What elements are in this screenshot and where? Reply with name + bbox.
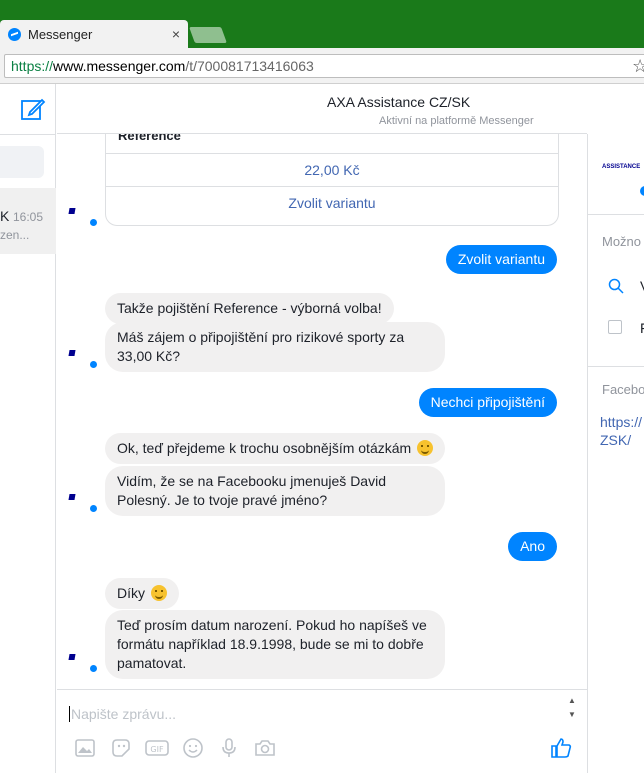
chat-header: AXA Assistance CZ/SK Aktivní na platform… — [57, 84, 587, 134]
conversation-preview: zen... — [0, 228, 30, 242]
incoming-message-text: Díky — [117, 585, 145, 601]
outgoing-message: Ano — [508, 532, 557, 561]
browser-titlebar: Messenger × — [0, 0, 644, 48]
messenger-badge-icon — [89, 218, 98, 227]
facebook-page-link[interactable]: https:// ZSK/ — [600, 413, 642, 449]
camera-icon[interactable] — [253, 736, 277, 760]
bookmark-star-icon[interactable]: ☆ — [632, 56, 644, 77]
svg-text:GIF: GIF — [150, 745, 164, 754]
search-input[interactable] — [0, 146, 44, 178]
tab-close-icon[interactable]: × — [172, 26, 180, 42]
photo-icon[interactable] — [73, 736, 97, 760]
product-card: Reference 22,00 Kč Zvolit variantu — [105, 134, 559, 226]
compose-icon[interactable] — [20, 96, 46, 122]
gif-icon[interactable]: GIF — [145, 736, 169, 760]
options-heading: Možno — [602, 234, 642, 249]
emoji-icon[interactable] — [181, 736, 205, 760]
conversation-time: 16:05 — [13, 210, 44, 224]
checkbox-option-label[interactable]: F — [640, 320, 644, 336]
contact-name[interactable]: AXA Assistance CZ/SK — [57, 94, 587, 110]
conversation-name: K — [0, 208, 10, 224]
tab-title: Messenger — [28, 26, 93, 42]
divider — [588, 366, 644, 367]
facebook-heading: Facebo — [602, 382, 644, 397]
option-checkbox[interactable] — [608, 320, 622, 334]
bot-avatar — [69, 206, 101, 228]
axa-logo-icon — [69, 652, 97, 662]
contact-status: Aktivní na platformě Messenger — [379, 115, 534, 127]
card-title: Reference — [118, 134, 181, 143]
message-input[interactable]: Napište zprávu... — [69, 706, 176, 722]
outgoing-message: Zvolit variantu — [445, 245, 557, 274]
divider — [588, 214, 644, 215]
axa-logo-icon: ASSISTANCE — [602, 164, 641, 170]
microphone-icon[interactable] — [217, 736, 241, 760]
incoming-message: Takže pojištění Reference - výborná volb… — [105, 293, 394, 324]
axa-logo-icon — [69, 348, 97, 358]
incoming-message: Díky — [105, 578, 179, 609]
incoming-message: Ok, teď přejdeme k trochu osobnějším otá… — [105, 433, 446, 464]
url-host: www.messenger.com — [53, 58, 186, 74]
incoming-message: Teď prosím datum narození. Pokud ho napí… — [105, 610, 445, 679]
composer: Napište zprávu... ▲ ▼ GIF — [57, 689, 587, 773]
search-icon[interactable] — [608, 278, 624, 294]
new-tab-button[interactable] — [189, 27, 227, 43]
messenger-badge-icon — [89, 664, 98, 673]
messenger-favicon-icon — [8, 27, 21, 41]
card-price-button[interactable]: 22,00 Kč — [106, 153, 558, 186]
message-thread: Reference 22,00 Kč Zvolit variantu Zvoli… — [57, 134, 587, 689]
composer-scrollbar[interactable]: ▲ ▼ — [565, 694, 579, 726]
axa-logo-icon — [69, 206, 97, 216]
divider — [0, 134, 56, 135]
bot-avatar — [69, 348, 101, 370]
bot-avatar — [69, 492, 101, 514]
messenger-badge-icon — [89, 504, 98, 513]
outgoing-message: Nechci připojištění — [418, 388, 557, 417]
messenger-badge-icon — [640, 186, 644, 196]
conversation-list-panel: K 16:05 zen... — [0, 84, 56, 773]
bot-avatar — [69, 652, 101, 674]
url-scheme: https:// — [11, 58, 54, 74]
smiley-emoji-icon — [150, 585, 167, 601]
smiley-emoji-icon — [417, 440, 434, 456]
address-bar: https://www.messenger.com/t/700081713416… — [0, 48, 644, 84]
choose-variant-button[interactable]: Zvolit variantu — [106, 186, 558, 219]
composer-toolbar: GIF — [73, 736, 277, 760]
browser-tab[interactable]: Messenger × — [0, 20, 188, 48]
incoming-message: Máš zájem o připojištění pro rizikové sp… — [105, 322, 445, 372]
sticker-icon[interactable] — [109, 736, 133, 760]
thumbs-up-icon[interactable] — [549, 736, 573, 760]
conversation-item[interactable]: K 16:05 zen... — [0, 188, 56, 254]
info-panel: ASSISTANCE Možno V F Facebo https:// ZSK… — [587, 134, 644, 773]
axa-logo-icon — [69, 492, 97, 502]
url-path: /t/700081713416063 — [185, 58, 314, 74]
search-option-label[interactable]: V — [640, 278, 644, 294]
seen-indicator-icon — [559, 661, 575, 669]
incoming-message-text: Ok, teď přejdeme k trochu osobnějším otá… — [117, 440, 412, 456]
messenger-badge-icon — [89, 360, 98, 369]
url-field[interactable]: https://www.messenger.com/t/700081713416… — [4, 54, 644, 78]
incoming-message: Vidím, že se na Facebooku jmenuješ David… — [105, 466, 445, 516]
